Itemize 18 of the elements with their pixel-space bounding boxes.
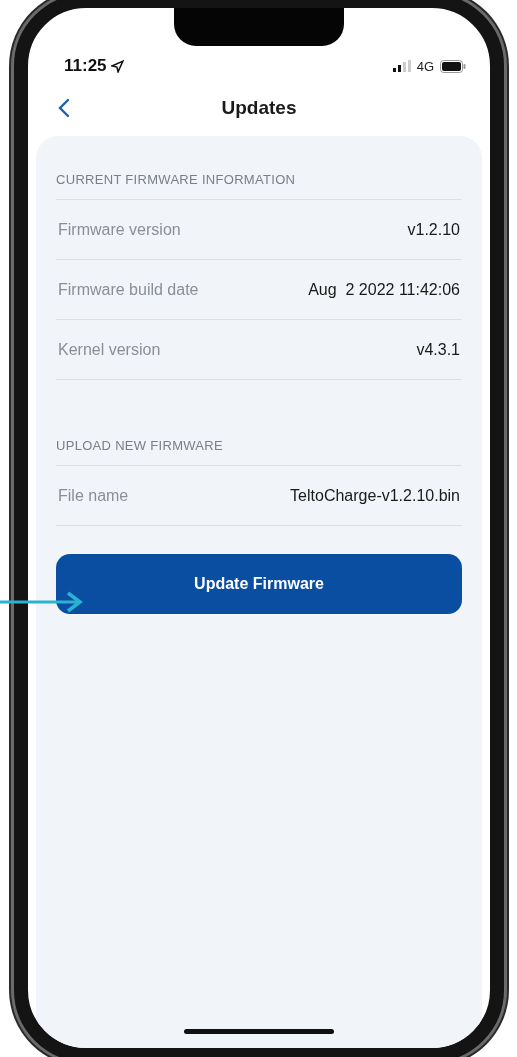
- network-type: 4G: [416, 58, 434, 74]
- signal-icon: [392, 60, 411, 72]
- location-arrow-icon: [110, 59, 124, 73]
- row-value: v4.3.1: [416, 340, 460, 359]
- status-time: 11:25: [64, 56, 124, 76]
- row-value: Aug 2 2022 11:42:06: [308, 280, 460, 299]
- battery-icon: [440, 59, 466, 73]
- row-label: File name: [58, 486, 129, 505]
- section-heading: CURRENT FIRMWARE INFORMATION: [56, 158, 462, 200]
- row-value: TeltoCharge-v1.2.10.bin: [290, 486, 460, 505]
- back-button[interactable]: [58, 98, 70, 118]
- row-label: Firmware build date: [58, 280, 199, 299]
- row-label: Kernel version: [58, 340, 161, 359]
- row-label: Firmware version: [58, 220, 181, 239]
- update-firmware-button[interactable]: Update Firmware: [56, 554, 462, 614]
- screen-title: Updates: [221, 97, 297, 119]
- row-value: v1.2.10: [407, 220, 460, 239]
- section-heading: UPLOAD NEW FIRMWARE: [56, 424, 462, 466]
